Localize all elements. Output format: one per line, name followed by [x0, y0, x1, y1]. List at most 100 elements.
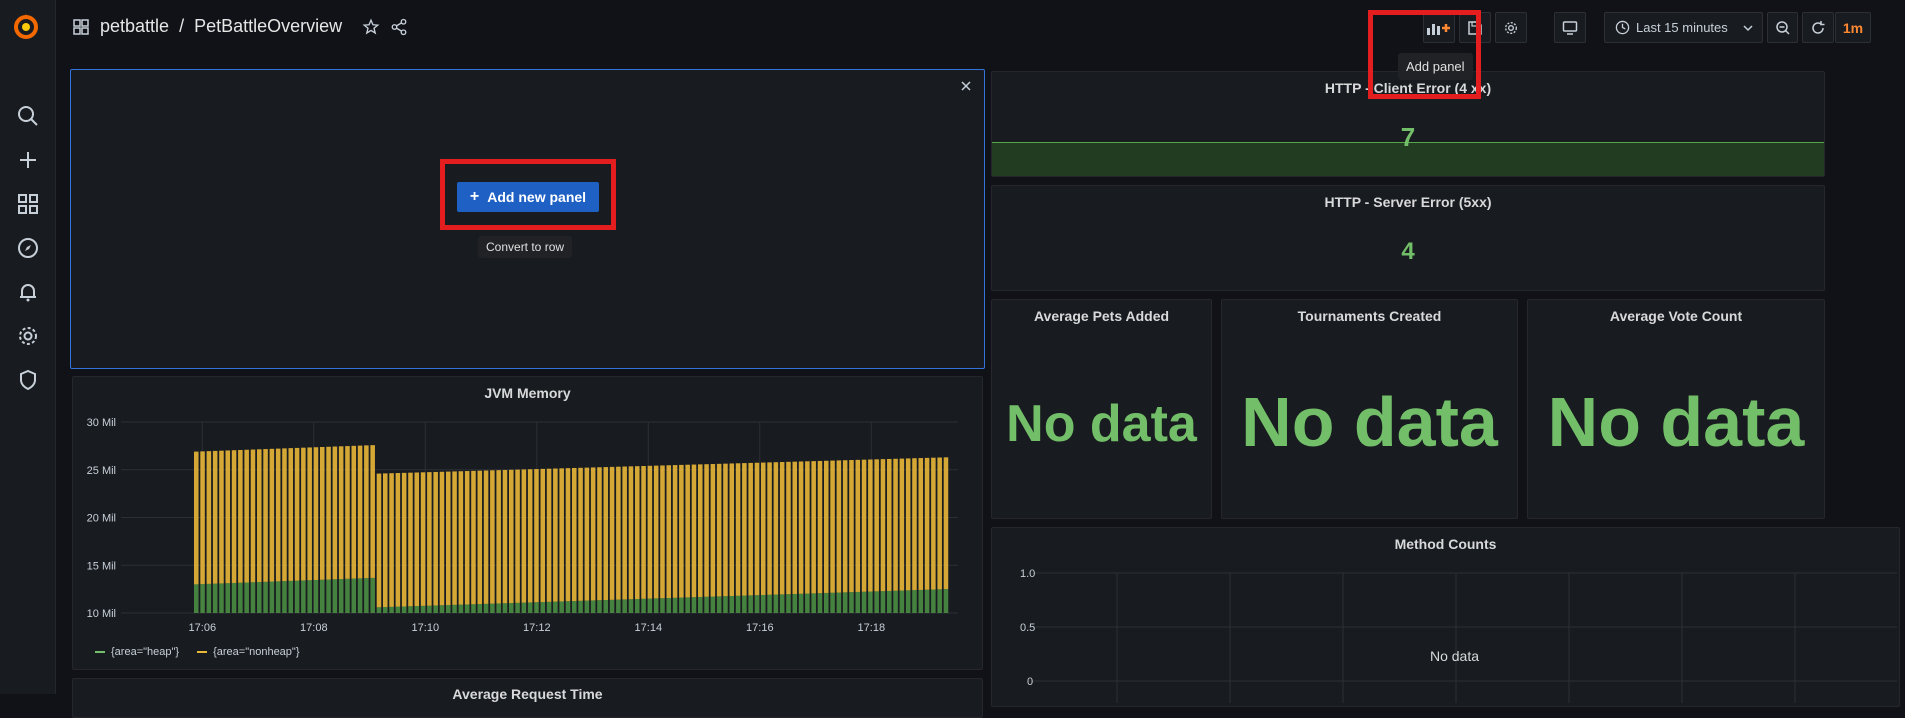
bar-nonheap — [294, 447, 300, 581]
bar-nonheap — [742, 463, 747, 596]
bar-heap — [496, 603, 501, 613]
bar-nonheap — [420, 472, 426, 606]
legend-item-heap[interactable]: {area="heap"} — [95, 646, 179, 658]
bar-heap — [231, 582, 237, 613]
time-range-picker[interactable]: Last 15 minutes — [1604, 12, 1763, 43]
bar-heap — [830, 592, 835, 613]
bar-nonheap — [861, 459, 867, 592]
highlight-add-new-panel — [440, 159, 616, 230]
bar-heap — [282, 581, 287, 613]
bar-nonheap — [584, 467, 590, 601]
bar-nonheap — [931, 457, 936, 590]
bar-heap — [597, 600, 602, 613]
panel-average-vote-count[interactable]: Average Vote Count No data — [1527, 299, 1825, 519]
zoom-out-button[interactable] — [1767, 12, 1798, 43]
bar-nonheap — [320, 446, 325, 580]
y-tick: 0.5 — [1020, 622, 1035, 634]
bar-nonheap — [887, 458, 892, 591]
explore-icon[interactable] — [16, 236, 40, 260]
bar-heap — [521, 602, 527, 613]
bar-heap — [817, 593, 823, 613]
bar-nonheap — [546, 468, 552, 602]
search-icon[interactable] — [16, 104, 40, 128]
dashboard-settings-button[interactable] — [1495, 12, 1527, 43]
panel-tournaments-created[interactable]: Tournaments Created No data — [1221, 299, 1518, 519]
dashboards-icon[interactable] — [16, 192, 40, 216]
bar-heap — [893, 590, 898, 613]
legend-item-nonheap[interactable]: {area="nonheap"} — [197, 646, 300, 658]
bar-nonheap — [597, 467, 602, 601]
panel-average-pets-added[interactable]: Average Pets Added No data — [991, 299, 1212, 519]
cycle-view-mode-button[interactable] — [1554, 12, 1586, 43]
bar-nonheap — [301, 447, 306, 581]
bar-nonheap — [811, 461, 816, 594]
bar-heap — [389, 606, 394, 613]
bar-nonheap — [433, 471, 438, 606]
x-tick: 17:06 — [189, 622, 217, 634]
bar-heap — [912, 590, 917, 613]
bar-heap — [779, 594, 785, 613]
star-icon[interactable] — [362, 18, 380, 36]
bar-heap — [641, 598, 646, 613]
bar-heap — [842, 592, 848, 613]
bar-heap — [420, 605, 426, 613]
bar-heap — [502, 603, 508, 613]
bar-nonheap — [691, 464, 697, 598]
top-bar: petbattle / PetBattleOverview Last 15 mi… — [56, 0, 1905, 56]
bar-nonheap — [893, 458, 898, 591]
bar-nonheap — [723, 463, 728, 597]
settings-icon — [1505, 21, 1517, 34]
bar-nonheap — [389, 473, 394, 607]
share-icon[interactable] — [390, 18, 408, 36]
bar-nonheap — [483, 470, 489, 604]
bar-nonheap — [515, 469, 520, 603]
bar-heap — [332, 579, 338, 613]
stat-value: No data — [1006, 395, 1197, 453]
bar-heap — [786, 594, 791, 613]
bar-heap — [219, 583, 224, 613]
panel-average-request-time[interactable]: Average Request Time — [72, 678, 983, 718]
chevron-down-icon — [1743, 24, 1753, 31]
bar-heap — [748, 595, 753, 613]
refresh-button[interactable] — [1802, 12, 1834, 43]
bar-heap — [723, 596, 728, 613]
bar-heap — [257, 582, 262, 613]
plus-icon[interactable] — [16, 148, 40, 172]
bar-heap — [710, 596, 716, 613]
bar-heap — [924, 589, 930, 613]
bar-nonheap — [559, 468, 564, 602]
bar-heap — [477, 604, 483, 613]
panel-title: Average Pets Added — [1033, 308, 1170, 324]
time-range-label: Last 15 minutes — [1636, 20, 1728, 35]
shield-icon[interactable] — [16, 368, 40, 392]
bar-heap — [452, 604, 457, 613]
bar-heap — [716, 596, 722, 613]
bar-nonheap — [458, 471, 464, 605]
bar-nonheap — [905, 458, 911, 591]
bar-nonheap — [868, 459, 873, 592]
refresh-interval-picker[interactable]: 1m — [1835, 12, 1871, 43]
bar-heap — [212, 583, 218, 613]
bar-heap — [383, 607, 388, 613]
bar-nonheap — [685, 464, 690, 598]
breadcrumb-folder[interactable]: petbattle — [100, 16, 169, 37]
bar-heap — [761, 594, 766, 613]
bar-nonheap — [653, 465, 659, 599]
bar-nonheap — [716, 463, 722, 597]
dashboard-title[interactable]: PetBattleOverview — [194, 16, 342, 37]
grafana-logo[interactable] — [11, 12, 41, 42]
bell-icon[interactable] — [16, 280, 40, 304]
bar-nonheap — [836, 460, 842, 593]
panel-method-counts[interactable]: Method Counts 1.0 0.5 0 No data — [991, 527, 1900, 707]
convert-to-row-tooltip[interactable]: Convert to row — [478, 236, 573, 258]
gear-icon[interactable] — [16, 324, 40, 348]
panel-server-error[interactable]: HTTP - Server Error (5xx) 4 — [991, 185, 1825, 291]
x-tick: 17:08 — [300, 622, 328, 634]
bar-heap — [937, 589, 942, 613]
close-icon[interactable] — [960, 80, 972, 92]
breadcrumb: petbattle / PetBattleOverview — [72, 16, 408, 37]
bar-heap — [691, 597, 697, 613]
panel-jvm-memory[interactable]: JVM Memory 30 Mil 25 Mil 20 Mil 15 Mil 10 Mi… — [72, 376, 983, 670]
bar-nonheap — [238, 449, 243, 583]
zoom-out-icon — [1775, 20, 1790, 35]
